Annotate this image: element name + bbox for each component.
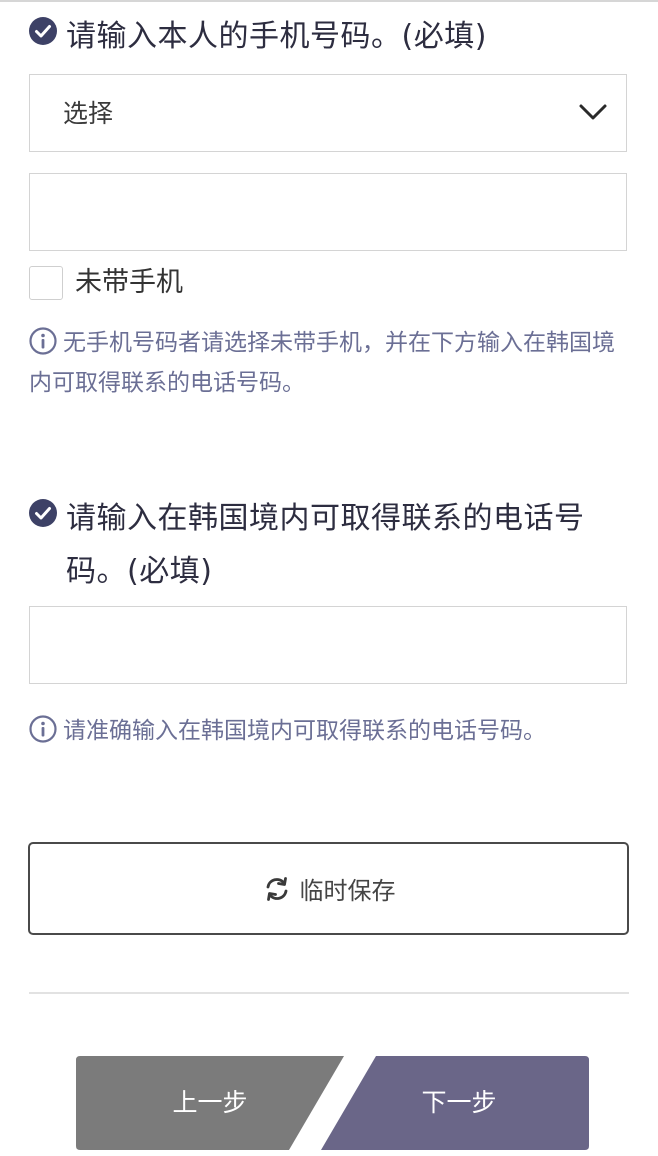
- section-divider: [29, 992, 629, 994]
- phone-country-select[interactable]: 选择: [29, 74, 627, 152]
- korea-contact-heading: 请输入在韩国境内可取得联系的电话号码。(必填): [29, 492, 629, 598]
- no-phone-checkbox[interactable]: [29, 266, 63, 300]
- no-phone-option[interactable]: 未带手机: [29, 265, 183, 301]
- no-phone-label: 未带手机: [75, 267, 183, 298]
- prev-button[interactable]: 上一步: [76, 1056, 344, 1150]
- phone-number-input[interactable]: [29, 173, 627, 251]
- korea-contact-info-note: 请准确输入在韩国境内可取得联系的电话号码。: [29, 711, 634, 751]
- temp-save-label: 临时保存: [299, 877, 396, 905]
- check-circle-icon: [29, 17, 57, 45]
- refresh-icon: [266, 876, 287, 901]
- top-divider: [0, 0, 658, 2]
- phone-section-title: 请输入本人的手机号码。(必填): [66, 19, 487, 54]
- next-button[interactable]: 下一步: [329, 1056, 589, 1150]
- korea-contact-title: 请输入在韩国境内可取得联系的电话号码。(必填): [66, 501, 585, 589]
- chevron-down-icon: [579, 104, 607, 120]
- korea-contact-input[interactable]: [29, 606, 627, 684]
- select-value: 选择: [63, 99, 114, 128]
- korea-contact-info-text: 请准确输入在韩国境内可取得联系的电话号码。: [63, 718, 546, 744]
- check-circle-icon: [29, 499, 57, 527]
- info-icon: [29, 327, 57, 355]
- temp-save-button[interactable]: 临时保存: [28, 842, 629, 935]
- phone-info-text: 无手机号码者请选择未带手机，并在下方输入在韩国境内可取得联系的电话号码。: [29, 330, 615, 396]
- phone-info-note: 无手机号码者请选择未带手机，并在下方输入在韩国境内可取得联系的电话号码。: [29, 323, 634, 403]
- info-icon: [29, 715, 57, 743]
- phone-section-heading: 请输入本人的手机号码。(必填): [29, 10, 629, 63]
